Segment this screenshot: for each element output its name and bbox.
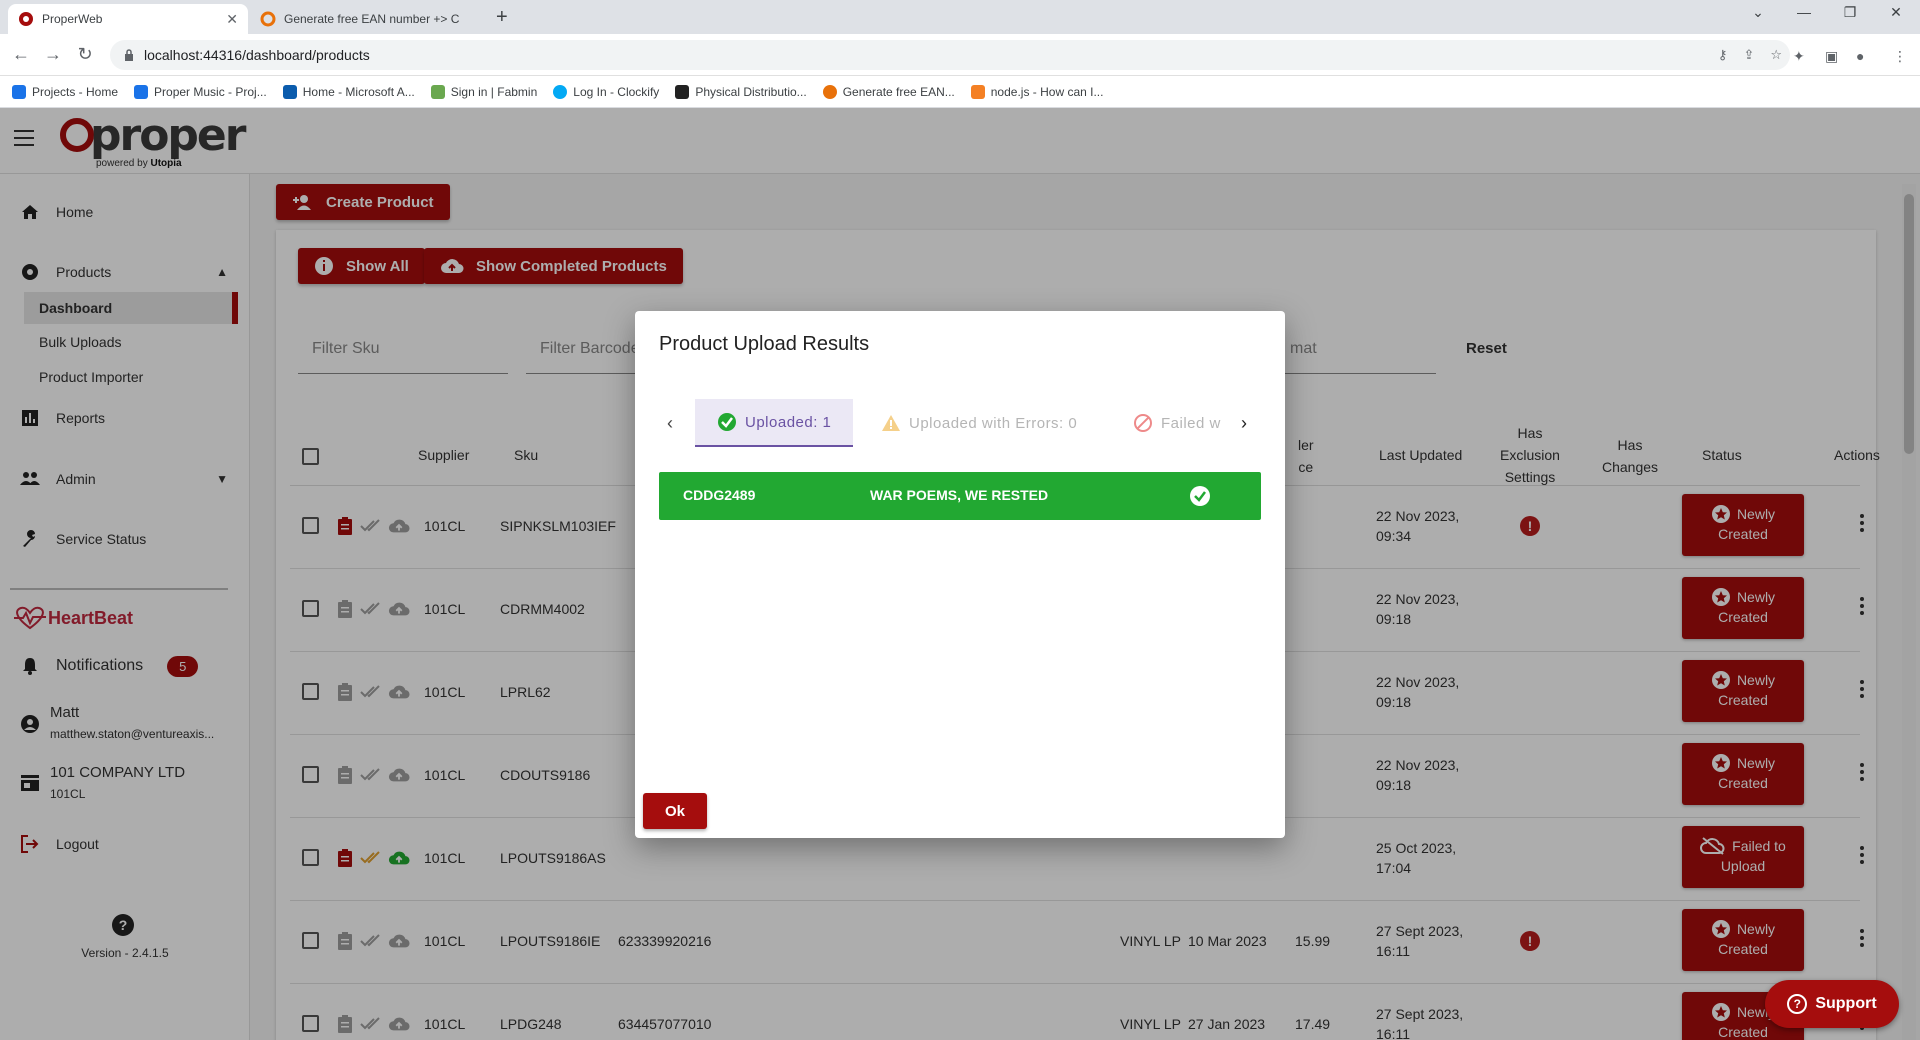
bookmark-item[interactable]: Sign in | Fabmin	[430, 84, 538, 99]
chrome-menu-icon[interactable]: ⋮	[1893, 48, 1907, 65]
back-icon[interactable]: ←	[10, 44, 32, 65]
bookmark-item[interactable]: Generate free EAN...	[822, 84, 955, 99]
bookmarks-bar: Projects - Home Proper Music - Proj... H…	[0, 76, 1920, 108]
ok-button[interactable]: Ok	[643, 793, 707, 829]
bookmark-label: Sign in | Fabmin	[450, 84, 538, 99]
tabs-scroll-right-icon[interactable]: ›	[1241, 413, 1247, 434]
tab-failed[interactable]: Failed w	[1111, 399, 1231, 447]
restore-icon[interactable]: ❐	[1840, 4, 1860, 21]
close-tab-icon[interactable]: ✕	[226, 11, 238, 28]
browser-tab-properweb[interactable]: ProperWeb ✕	[8, 4, 248, 34]
minimize-icon[interactable]: —	[1794, 4, 1814, 20]
omnibox-actions: ⚷ ⇪ ☆	[1718, 40, 1782, 70]
bookmark-item[interactable]: Log In - Clockify	[553, 84, 660, 99]
tab-label: Failed w	[1161, 414, 1221, 432]
result-tabs: ‹ Uploaded: 1 Uploaded with Errors: 0 Fa…	[659, 399, 1261, 449]
tabs-scroll-left-icon[interactable]: ‹	[667, 413, 673, 434]
bookmark-item[interactable]: Proper Music - Proj...	[134, 84, 267, 99]
tab-title: Generate free EAN number +> C	[284, 12, 460, 26]
bookmark-favicon-icon	[12, 84, 26, 99]
dialog-title: Product Upload Results	[659, 333, 870, 355]
tab-uploaded-with-errors[interactable]: Uploaded with Errors: 0	[859, 399, 1099, 447]
url-text: localhost:44316/dashboard/products	[144, 47, 370, 63]
result-sku: CDDG2489	[683, 487, 756, 503]
bookmark-favicon-icon	[430, 84, 445, 99]
bookmark-favicon-icon	[675, 84, 690, 99]
bookmark-item[interactable]: node.js - How can I...	[970, 84, 1104, 99]
share-icon[interactable]: ⇪	[1743, 47, 1754, 63]
bookmark-favicon-icon	[134, 84, 149, 99]
side-panel-icon[interactable]: ▣	[1825, 48, 1838, 65]
browser-tab-strip: ProperWeb ✕ Generate free EAN number +> …	[0, 0, 1920, 34]
bookmark-item[interactable]: Projects - Home	[12, 84, 119, 99]
bookmark-star-icon[interactable]: ☆	[1770, 47, 1782, 63]
close-window-icon[interactable]: ✕	[1886, 4, 1906, 21]
bookmark-label: node.js - How can I...	[990, 84, 1104, 99]
bookmark-favicon-icon	[822, 84, 837, 99]
check-circle-icon	[717, 412, 737, 432]
new-tab-button[interactable]: +	[496, 6, 508, 29]
upload-result-row: CDDG2489 WAR POEMS, WE RESTED	[659, 472, 1261, 520]
profile-avatar-icon[interactable]: ●	[1856, 48, 1864, 64]
help-circle-icon: ?	[1787, 994, 1808, 1014]
extensions-icon[interactable]: ✦	[1793, 48, 1805, 65]
lock-icon	[125, 49, 133, 61]
bookmark-label: Home - Microsoft A...	[302, 84, 415, 99]
bookmark-favicon-icon	[553, 84, 568, 99]
bookmark-favicon-icon	[970, 84, 985, 99]
properweb-favicon-icon	[19, 12, 33, 26]
success-check-icon	[1189, 485, 1211, 510]
support-button[interactable]: ? Support	[1765, 980, 1899, 1028]
result-title: WAR POEMS, WE RESTED	[870, 487, 1049, 503]
tab-label: Uploaded with Errors: 0	[909, 414, 1078, 432]
browser-tab-ean[interactable]: Generate free EAN number +> C	[250, 4, 486, 34]
key-icon[interactable]: ⚷	[1718, 47, 1728, 63]
tab-title: ProperWeb	[42, 12, 103, 26]
forward-icon[interactable]: →	[42, 44, 64, 65]
bookmark-label: Physical Distributio...	[695, 84, 807, 99]
warning-icon	[881, 414, 901, 432]
tab-search-icon[interactable]: ⌄	[1748, 4, 1768, 21]
bookmark-item[interactable]: Home - Microsoft A...	[282, 84, 415, 99]
bookmark-label: Projects - Home	[32, 84, 119, 99]
bookmark-label: Log In - Clockify	[573, 84, 660, 99]
bookmark-favicon-icon	[282, 84, 297, 99]
tab-uploaded[interactable]: Uploaded: 1	[695, 399, 854, 447]
product-upload-results-dialog: Product Upload Results ‹ Uploaded: 1 Upl…	[635, 311, 1285, 838]
url-field[interactable]: localhost:44316/dashboard/products ⚷ ⇪ ☆	[110, 40, 1790, 70]
block-icon	[1133, 413, 1153, 433]
reload-icon[interactable]: ↻	[74, 44, 96, 65]
google-favicon-icon	[260, 11, 276, 27]
bookmark-item[interactable]: Physical Distributio...	[675, 84, 807, 99]
tab-label: Uploaded: 1	[745, 413, 832, 431]
bookmark-label: Proper Music - Proj...	[154, 84, 267, 99]
bookmark-label: Generate free EAN...	[842, 84, 955, 99]
address-bar: ← → ↻ localhost:44316/dashboard/products…	[0, 34, 1920, 76]
support-label: Support	[1815, 995, 1877, 1012]
